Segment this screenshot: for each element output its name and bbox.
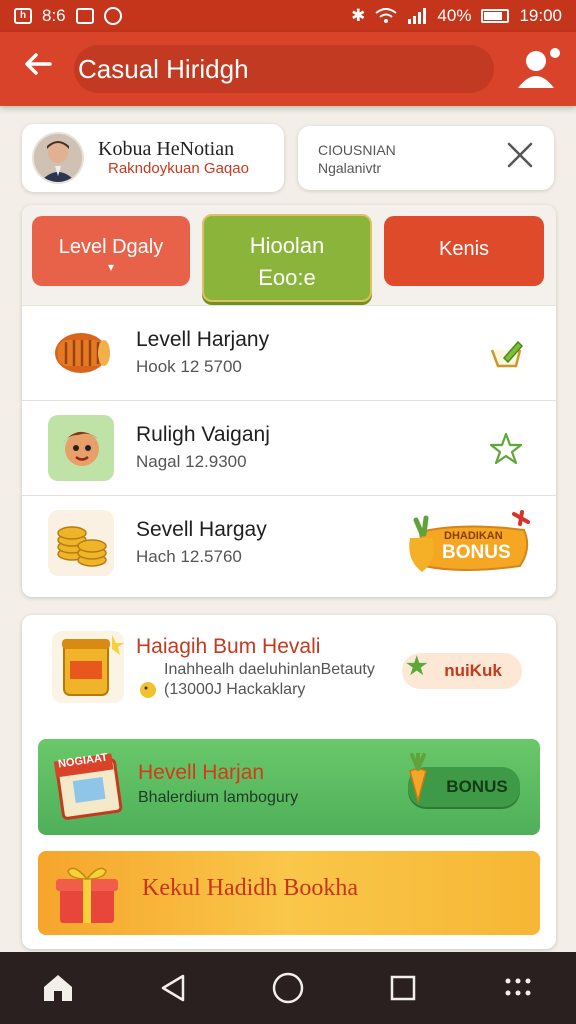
recents-icon[interactable] <box>373 958 433 1018</box>
battery-icon <box>481 9 510 23</box>
row-subtitle: Nagal 12.9300 <box>136 452 247 471</box>
notification-icon: h <box>14 8 32 24</box>
tab-active[interactable]: Hioolan Eoo:e <box>202 214 372 302</box>
banner-title: Hevell Harjan <box>138 761 265 784</box>
list-item[interactable]: Levell Harjany Hook 12 5700 <box>22 305 556 400</box>
row-title: Sevell Hargay <box>136 518 267 541</box>
back-arrow-icon[interactable] <box>18 48 58 88</box>
row-subtitle: Hach 12.5760 <box>136 547 242 566</box>
list-item[interactable]: Sevell Hargay Hach 12.5760 DHADIKAN BONU… <box>22 495 556 590</box>
system-nav-bar <box>0 952 576 1024</box>
grid-menu-icon[interactable] <box>488 958 548 1018</box>
battery-percent: 40% <box>437 6 472 25</box>
home-circle-icon[interactable] <box>258 958 318 1018</box>
character-icon <box>48 415 114 481</box>
bonus-badge[interactable]: DHADIKAN BONUS <box>402 508 542 580</box>
wifi-icon <box>375 8 398 23</box>
orange-banner-title: Kekul Hadidh Bookha <box>142 875 358 901</box>
search-card[interactable]: CIOUSNIAN Ngalanivtr <box>298 126 554 190</box>
coins-icon <box>48 510 114 576</box>
carrot-icon <box>402 751 434 804</box>
image-icon <box>75 8 94 24</box>
promo-title: Haiagih Bum Hevali <box>136 635 321 658</box>
tab-kenis[interactable]: Kenis <box>384 216 544 286</box>
bluetooth-icon: ✱ <box>351 6 366 25</box>
gift-icon <box>52 861 122 927</box>
tab-label: Kenis <box>438 238 490 260</box>
app-bar: Casual Hiridgh <box>0 32 576 106</box>
user-subtitle: Rakndoykuan Gaqao <box>108 160 249 177</box>
promo-action-button[interactable]: ★ nuiKuk <box>402 653 522 689</box>
badge-top-text: DHADIKAN <box>444 530 503 542</box>
duck-icon <box>138 679 158 699</box>
tab-level-daily[interactable]: Level Dgaly ▾ <box>32 216 190 286</box>
close-icon[interactable] <box>502 140 538 176</box>
drum-icon <box>48 320 114 386</box>
row-title: Levell Harjany <box>136 328 270 351</box>
status-left-text: 8:6 <box>42 6 66 25</box>
promo-subtitle-2: (13000J Hackaklary <box>164 681 306 698</box>
user-name: Kobua HeNotian <box>98 138 235 160</box>
signal-icon <box>408 8 427 24</box>
back-triangle-icon[interactable] <box>143 958 203 1018</box>
promo-action-label: nuiKuk <box>444 661 502 680</box>
search-value: Ngalanivtr <box>318 160 382 176</box>
row-title: Ruligh Vaiganj <box>136 423 270 446</box>
home-icon[interactable] <box>28 958 88 1018</box>
green-banner[interactable]: NOGIAAT Hevell Harjan Bhalerdium lambogu… <box>38 739 540 835</box>
jar-icon <box>50 629 126 705</box>
sparkle-icon: ★ <box>406 653 428 680</box>
star-icon[interactable] <box>488 431 524 467</box>
compass-icon <box>103 7 122 25</box>
tab-label: Level Dgaly <box>58 236 164 258</box>
profile-button[interactable] <box>514 46 562 92</box>
status-bar: h 8:6 ✱ 40% 19:00 <box>0 0 576 32</box>
promo-subtitle: Inahhealh daeluhinlanBetauty <box>164 661 375 678</box>
row-subtitle: Hook 12 5700 <box>136 357 242 376</box>
tab-label: Hioolan <box>249 233 325 258</box>
promo-card: Haiagih Bum Hevali Inahhealh daeluhinlan… <box>22 615 556 949</box>
user-card[interactable]: Kobua HeNotian Rakndoykuan Gaqao <box>22 124 284 192</box>
list-item[interactable]: Ruligh Vaiganj Nagal 12.9300 <box>22 400 556 495</box>
page-title: Casual Hiridgh <box>74 45 494 93</box>
chevron-down-icon: ▾ <box>107 260 115 274</box>
tab-strip: Level Dgaly ▾ Hioolan Eoo:e Kenis <box>22 205 556 305</box>
bonus-label: BONUS <box>446 777 508 796</box>
badge-bottom-text: BONUS <box>442 542 511 563</box>
notification-badge <box>548 46 562 60</box>
edit-icon[interactable] <box>488 336 524 372</box>
banner-subtitle: Bhalerdium lambogury <box>138 789 299 806</box>
avatar <box>32 132 84 184</box>
status-time: 19:00 <box>519 6 562 25</box>
tab-label-2: Eoo:e <box>258 265 316 290</box>
main-card: Level Dgaly ▾ Hioolan Eoo:e Kenis Levell… <box>22 205 556 597</box>
bonus-button[interactable]: BONUS <box>408 751 520 807</box>
search-label: CIOUSNIAN <box>318 142 396 158</box>
orange-banner[interactable]: Kekul Hadidh Bookha <box>38 851 540 935</box>
